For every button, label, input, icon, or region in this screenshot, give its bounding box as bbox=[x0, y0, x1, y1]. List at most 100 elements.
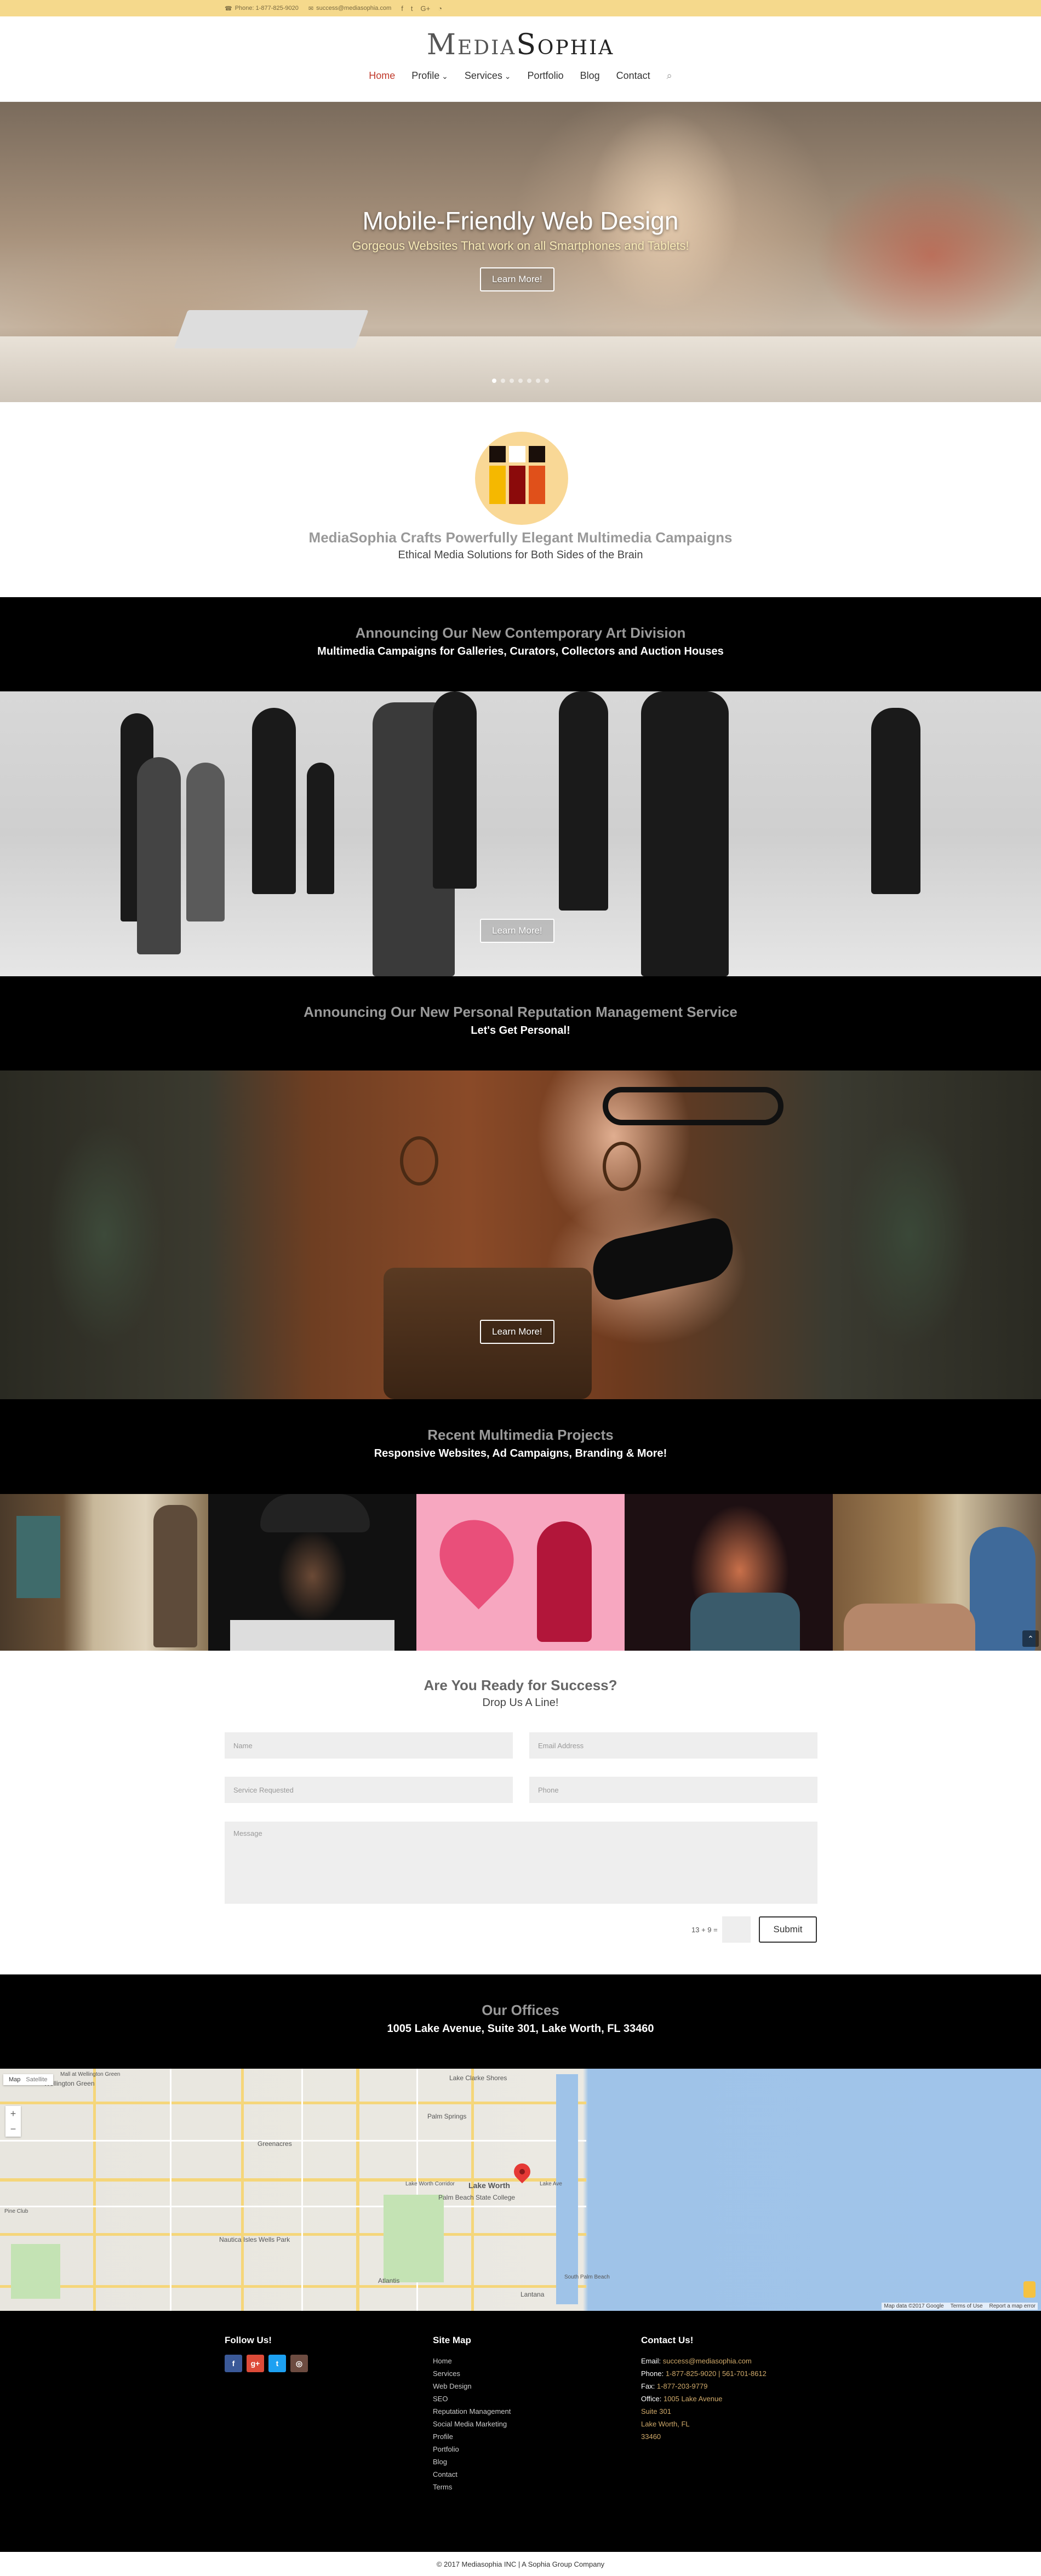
facebook-icon[interactable]: f bbox=[401, 4, 403, 13]
sitemap-link[interactable]: Web Design bbox=[433, 2380, 511, 2392]
email-input[interactable]: Email Address bbox=[529, 1732, 817, 1759]
email-info[interactable]: ✉ success@mediasophia.com bbox=[308, 5, 391, 12]
reputation-learn-more-button[interactable]: Learn More! bbox=[480, 1320, 554, 1344]
twitter-icon[interactable]: t bbox=[268, 2355, 286, 2372]
sitemap-link[interactable]: Reputation Management bbox=[433, 2405, 511, 2418]
slider-dot[interactable] bbox=[536, 379, 540, 383]
nav-services[interactable]: Services bbox=[465, 70, 511, 82]
plant-right bbox=[822, 1087, 997, 1383]
captcha-question: 13 + 9 = bbox=[691, 1925, 718, 1934]
zoom-in-icon[interactable]: + bbox=[10, 2108, 16, 2120]
footer-email[interactable]: success@mediasophia.com bbox=[663, 2357, 752, 2365]
sitemap-link[interactable]: Blog bbox=[433, 2455, 511, 2468]
sitemap-link[interactable]: Contact bbox=[433, 2468, 511, 2481]
sitemap-link[interactable]: Terms bbox=[433, 2481, 511, 2493]
hero-slider: Mobile-Friendly Web Design Gorgeous Webs… bbox=[0, 102, 1041, 402]
slider-dot[interactable] bbox=[518, 379, 523, 383]
map-report-link[interactable]: Report a map error bbox=[989, 2303, 1036, 2309]
map-label: South Palm Beach bbox=[564, 2274, 610, 2280]
google-plus-icon[interactable]: G+ bbox=[421, 4, 431, 13]
map-label: Nautica Isles Wells Park bbox=[219, 2236, 290, 2243]
nav-home[interactable]: Home bbox=[369, 70, 395, 82]
door-knocker bbox=[400, 1136, 438, 1186]
project-thumb-portrait-hat[interactable] bbox=[208, 1494, 416, 1651]
logo-word-sophia: Sophia bbox=[516, 28, 615, 61]
hero-learn-more-button[interactable]: Learn More! bbox=[480, 267, 554, 291]
contact-subheadline: Drop Us A Line! bbox=[482, 1697, 559, 1709]
email-text[interactable]: success@mediasophia.com bbox=[316, 5, 391, 12]
rss-icon[interactable]: ◔ bbox=[438, 4, 442, 13]
project-thumb-museum[interactable] bbox=[0, 1494, 208, 1651]
map-road bbox=[471, 2069, 474, 2311]
sitemap-link[interactable]: Home bbox=[433, 2355, 511, 2367]
name-input[interactable]: Name bbox=[225, 1732, 513, 1759]
map-road bbox=[241, 2069, 244, 2311]
contact-section: Are You Ready for Success? Drop Us A Lin… bbox=[0, 1651, 1041, 1974]
sitemap-link[interactable]: SEO bbox=[433, 2392, 511, 2405]
zoom-out-icon[interactable]: − bbox=[10, 2123, 16, 2135]
service-input[interactable]: Service Requested bbox=[225, 1777, 513, 1803]
hero-laptop bbox=[174, 310, 369, 348]
nav-profile[interactable]: Profile bbox=[411, 70, 448, 82]
sitemap-link[interactable]: Profile bbox=[433, 2430, 511, 2443]
slider-dot[interactable] bbox=[527, 379, 531, 383]
scroll-top-button[interactable]: ⌃ bbox=[1022, 1630, 1039, 1647]
sitemap-link[interactable]: Portfolio bbox=[433, 2443, 511, 2455]
captcha: 13 + 9 = bbox=[691, 1916, 751, 1943]
map-zoom-control: + − bbox=[5, 2106, 21, 2137]
project-thumb-school[interactable] bbox=[833, 1494, 1041, 1651]
google-plus-icon[interactable]: g+ bbox=[247, 2355, 264, 2372]
footer-office-label: Office: bbox=[641, 2395, 662, 2403]
map-park bbox=[384, 2195, 444, 2282]
map-label: Mall at Wellington Green bbox=[60, 2071, 121, 2077]
map-park bbox=[11, 2244, 60, 2299]
nav-contact[interactable]: Contact bbox=[616, 70, 650, 82]
footer-phone-label: Phone: bbox=[641, 2369, 664, 2378]
search-icon[interactable]: ⌕ bbox=[667, 70, 672, 82]
art-division-band: Announcing Our New Contemporary Art Divi… bbox=[0, 597, 1041, 691]
map-tab-map[interactable]: Map bbox=[9, 2076, 20, 2083]
map-road bbox=[0, 2102, 586, 2104]
captcha-input[interactable] bbox=[722, 1916, 751, 1943]
twitter-icon[interactable]: t bbox=[411, 4, 413, 13]
art-division-image: Learn More! bbox=[0, 691, 1041, 976]
footer-office-line: 33460 bbox=[641, 2432, 661, 2441]
footer-office-line: Lake Worth, FL bbox=[641, 2420, 690, 2428]
art-learn-more-button[interactable]: Learn More! bbox=[480, 919, 554, 943]
phone-icon: ☎ bbox=[225, 5, 232, 12]
nav-portfolio[interactable]: Portfolio bbox=[528, 70, 564, 82]
project-thumb-illustration[interactable] bbox=[416, 1494, 625, 1651]
slider-dot[interactable] bbox=[501, 379, 505, 383]
map-terms-link[interactable]: Terms of Use bbox=[951, 2303, 983, 2309]
phone-info: ☎ Phone: 1-877-825-9020 bbox=[225, 5, 299, 12]
reputation-subheadline: Let's Get Personal! bbox=[471, 1024, 570, 1037]
slider-dot[interactable] bbox=[510, 379, 514, 383]
intro-headline: MediaSophia Crafts Powerfully Elegant Mu… bbox=[308, 529, 733, 546]
map-street bbox=[170, 2069, 171, 2311]
sunglasses bbox=[603, 1087, 783, 1125]
submit-button[interactable]: Submit bbox=[759, 1916, 817, 1943]
slider-dot[interactable] bbox=[545, 379, 549, 383]
project-thumb-singer[interactable] bbox=[625, 1494, 833, 1651]
nav-blog[interactable]: Blog bbox=[580, 70, 600, 82]
map-label: Palm Beach State College bbox=[438, 2194, 516, 2201]
projects-gallery bbox=[0, 1494, 1041, 1651]
footer-fax: 1-877-203-9779 bbox=[656, 2382, 708, 2390]
phone-input[interactable]: Phone bbox=[529, 1777, 817, 1803]
instagram-icon[interactable]: ◎ bbox=[290, 2355, 308, 2372]
reputation-image: Learn More! bbox=[0, 1071, 1041, 1399]
office-map[interactable]: Greenacres Palm Springs Lake Worth Lake … bbox=[0, 2069, 1041, 2311]
footer-fax-label: Fax: bbox=[641, 2382, 655, 2390]
sitemap-link[interactable]: Social Media Marketing bbox=[433, 2418, 511, 2430]
site-logo[interactable]: MediaSophia bbox=[0, 28, 1041, 61]
message-textarea[interactable]: Message bbox=[225, 1822, 817, 1904]
map-attribution: Map data ©2017 Google Terms of Use Repor… bbox=[882, 2303, 1038, 2310]
sitemap-link[interactable]: Services bbox=[433, 2367, 511, 2380]
facebook-icon[interactable]: f bbox=[225, 2355, 242, 2372]
slider-dot[interactable] bbox=[492, 379, 496, 383]
pegman-icon[interactable] bbox=[1023, 2281, 1036, 2298]
slider-dots bbox=[0, 379, 1041, 383]
map-tab-satellite[interactable]: Satellite bbox=[26, 2076, 47, 2083]
projects-band: Recent Multimedia Projects Responsive We… bbox=[0, 1399, 1041, 1494]
map-type-toggle[interactable]: Map Satellite bbox=[3, 2074, 53, 2085]
